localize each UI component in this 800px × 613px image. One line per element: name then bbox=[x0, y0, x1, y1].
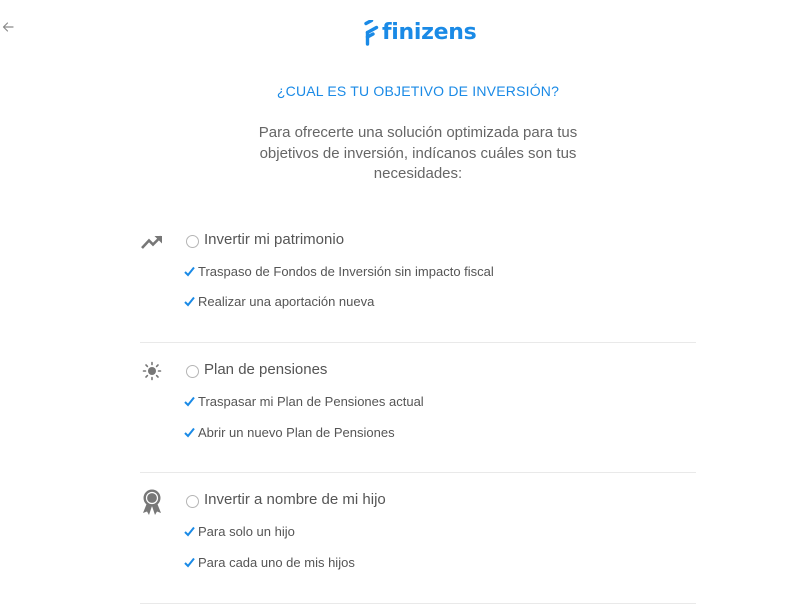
feature-text: Traspasar mi Plan de Pensiones actual bbox=[198, 393, 424, 409]
check-icon bbox=[184, 266, 195, 276]
trending-up-icon bbox=[141, 235, 162, 249]
option-invertir-hijo[interactable]: Invertir a nombre de mi hijo Para solo u… bbox=[140, 489, 696, 581]
back-button[interactable] bbox=[0, 18, 16, 36]
divider bbox=[140, 603, 696, 604]
sun-icon-wrap bbox=[140, 359, 164, 383]
feature-text: Para cada uno de mis hijos bbox=[198, 554, 355, 570]
finizens-logo-mark bbox=[364, 20, 379, 46]
arrow-left-icon bbox=[2, 22, 14, 32]
divider bbox=[140, 472, 696, 473]
option-label[interactable]: Invertir mi patrimonio bbox=[204, 231, 344, 248]
page-title: ¿CUAL ES TU OBJETIVO DE INVERSIÓN? bbox=[276, 83, 560, 99]
feature-item: Para cada uno de mis hijos bbox=[184, 554, 355, 570]
radio-plan-pensiones[interactable] bbox=[186, 365, 199, 378]
radio-invertir-patrimonio[interactable] bbox=[186, 235, 199, 248]
feature-item: Traspasar mi Plan de Pensiones actual bbox=[184, 393, 424, 409]
option-plan-pensiones[interactable]: Plan de pensiones Traspasar mi Plan de P… bbox=[140, 361, 696, 451]
feature-text: Traspaso de Fondos de Inversión sin impa… bbox=[198, 263, 494, 279]
award-ribbon-icon-wrap bbox=[140, 487, 164, 517]
feature-item: Abrir un nuevo Plan de Pensiones bbox=[184, 424, 395, 440]
radio-invertir-hijo[interactable] bbox=[186, 495, 199, 508]
trending-up-icon-wrap bbox=[140, 230, 164, 254]
option-label[interactable]: Invertir a nombre de mi hijo bbox=[204, 491, 386, 508]
option-label[interactable]: Plan de pensiones bbox=[204, 361, 327, 378]
check-icon bbox=[184, 427, 195, 437]
award-ribbon-icon bbox=[143, 489, 161, 515]
check-icon bbox=[184, 526, 195, 536]
sun-icon bbox=[142, 361, 162, 381]
option-invertir-patrimonio[interactable]: Invertir mi patrimonio Traspaso de Fondo… bbox=[140, 231, 696, 321]
finizens-logo[interactable]: finizens bbox=[364, 18, 477, 48]
divider bbox=[140, 342, 696, 343]
check-icon bbox=[184, 296, 195, 306]
check-icon bbox=[184, 557, 195, 567]
feature-text: Abrir un nuevo Plan de Pensiones bbox=[198, 424, 395, 440]
feature-item: Realizar una aportación nueva bbox=[184, 293, 374, 309]
feature-text: Realizar una aportación nueva bbox=[198, 293, 375, 309]
feature-text: Para solo un hijo bbox=[198, 523, 295, 539]
check-icon bbox=[184, 396, 195, 406]
page-intro: Para ofrecerte una solución optimizada p… bbox=[258, 124, 578, 182]
logo-text: finizens bbox=[382, 20, 477, 45]
feature-item: Traspaso de Fondos de Inversión sin impa… bbox=[184, 263, 494, 279]
feature-item: Para solo un hijo bbox=[184, 523, 295, 539]
